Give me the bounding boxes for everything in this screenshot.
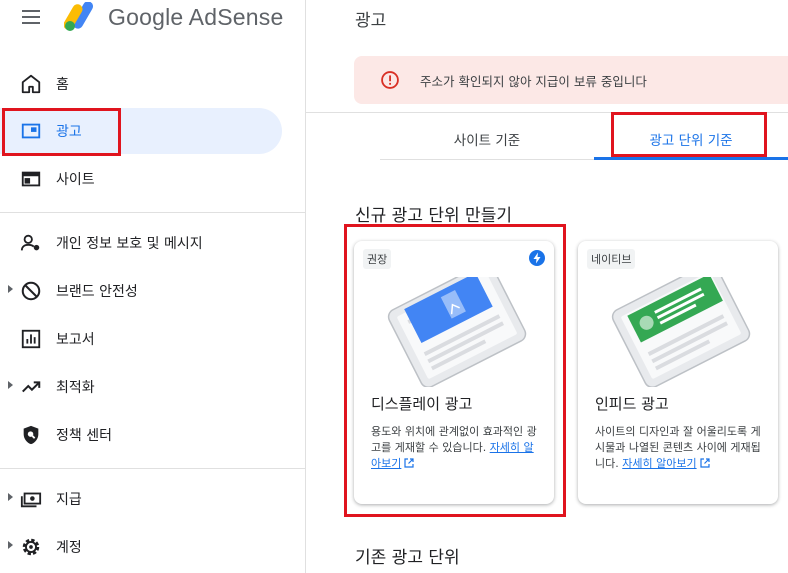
- in-feed-ad-card[interactable]: 네이티브 인피드 광고 사이트의 디자인과 잘 어울리도록 게시물과 나열된 콘…: [578, 241, 778, 504]
- tab-by-site[interactable]: 사이트 기준: [380, 112, 594, 160]
- sidebar-item-brand-safety[interactable]: 브랜드 안전성: [0, 268, 282, 314]
- sidebar: 홈 광고 사이트 개인 정보 보호 및 메시지 브랜드 안전성 보고서 최적화: [0, 38, 306, 573]
- sidebar-item-optimization[interactable]: 최적화: [0, 364, 282, 410]
- sidebar-item-sites[interactable]: 사이트: [0, 156, 282, 202]
- sites-icon: [21, 171, 41, 187]
- native-badge: 네이티브: [587, 249, 636, 269]
- sidebar-item-reports[interactable]: 보고서: [0, 316, 282, 362]
- tab-by-ad-unit[interactable]: 광고 단위 기준: [594, 112, 788, 160]
- error-icon: [381, 71, 399, 89]
- sidebar-item-home[interactable]: 홈: [0, 61, 282, 107]
- sidebar-item-payments[interactable]: 지급: [0, 476, 282, 522]
- external-link-icon: [699, 458, 710, 468]
- alert-text: 주소가 확인되지 않아 지급이 보류 중입니다: [420, 74, 647, 89]
- sidebar-item-label: 개인 정보 보호 및 메시지: [56, 236, 203, 252]
- sidebar-item-label: 정책 센터: [56, 428, 112, 444]
- card-title: 디스플레이 광고: [371, 395, 473, 413]
- adsense-page: Google AdSense 광고 홈 광고 사이트 개인 정보 보호 및 메시…: [0, 0, 788, 573]
- display-ad-card[interactable]: 권장 디스플레이 광고 용도와 위치에 관계없이 효과적인 광고를 게재할 수 …: [354, 241, 554, 504]
- payments-icon: [20, 492, 42, 508]
- card-description: 용도와 위치에 관계없이 효과적인 광고를 게재할 수 있습니다. 자세히 알아…: [371, 424, 541, 472]
- policy-icon: [23, 425, 39, 445]
- sidebar-item-privacy[interactable]: 개인 정보 보호 및 메시지: [0, 220, 282, 266]
- top-bar: Google AdSense: [0, 0, 306, 38]
- sidebar-item-label: 최적화: [56, 380, 95, 396]
- expand-arrow-icon[interactable]: [8, 541, 13, 549]
- sidebar-item-policy[interactable]: 정책 센터: [0, 412, 282, 458]
- brand-name: Google AdSense: [108, 4, 284, 30]
- card-title: 인피드 광고: [595, 395, 669, 413]
- sidebar-item-label: 광고: [56, 124, 82, 140]
- menu-icon[interactable]: [22, 10, 40, 24]
- sidebar-item-label: 계정: [56, 540, 82, 556]
- sidebar-item-ads[interactable]: 광고: [0, 108, 282, 154]
- sidebar-item-label: 홈: [56, 77, 69, 93]
- home-icon: [21, 74, 41, 94]
- alert-banner: 주소가 확인되지 않아 지급이 보류 중입니다: [354, 56, 788, 104]
- sidebar-item-account[interactable]: 계정: [0, 524, 282, 570]
- sidebar-item-label: 보고서: [56, 332, 95, 348]
- in-feed-ad-illustration: [611, 277, 751, 387]
- section-title-new: 신규 광고 단위 만들기: [355, 206, 512, 226]
- page-title: 광고: [355, 11, 387, 31]
- trending-icon: [22, 381, 41, 393]
- recommended-badge: 권장: [363, 249, 392, 269]
- settings-icon: [22, 538, 40, 556]
- adsense-logo-icon: [64, 2, 93, 31]
- display-ad-illustration: [387, 277, 527, 387]
- sidebar-item-label: 지급: [56, 492, 82, 508]
- privacy-icon: [20, 234, 40, 251]
- learn-more-link[interactable]: 자세히 알아보기: [622, 457, 696, 470]
- expand-arrow-icon[interactable]: [8, 285, 13, 293]
- external-link-icon: [404, 458, 414, 468]
- expand-arrow-icon[interactable]: [8, 493, 13, 501]
- sidebar-item-label: 사이트: [56, 172, 95, 188]
- reports-icon: [21, 329, 41, 349]
- expand-arrow-icon[interactable]: [8, 381, 13, 389]
- sidebar-divider: [0, 468, 306, 469]
- active-tab-indicator: [594, 157, 788, 160]
- bolt-icon: [529, 250, 545, 266]
- ads-icon: [21, 123, 41, 139]
- block-icon: [21, 281, 41, 301]
- sidebar-item-label: 브랜드 안전성: [56, 284, 138, 300]
- section-title-existing: 기존 광고 단위: [355, 548, 460, 568]
- sidebar-divider: [0, 212, 306, 213]
- card-description: 사이트의 디자인과 잘 어울리도록 게시물과 나열된 콘텐츠 사이에 게재됩니다…: [595, 424, 765, 472]
